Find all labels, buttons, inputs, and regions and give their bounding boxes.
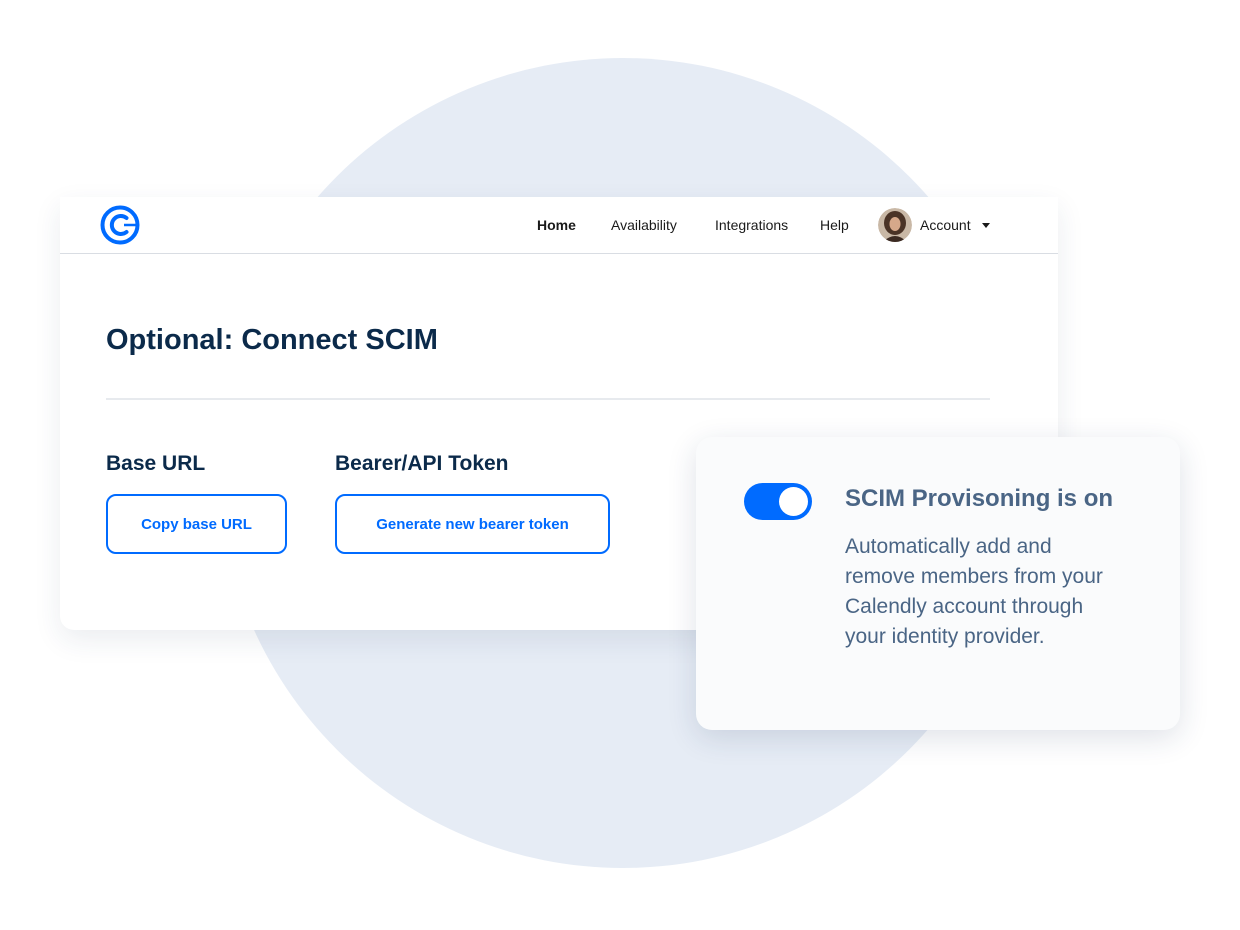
toggle-knob (779, 487, 808, 516)
caret-down-icon[interactable] (982, 223, 990, 228)
page-title: Optional: Connect SCIM (106, 324, 438, 356)
nav-account[interactable]: Account (920, 216, 971, 234)
divider (106, 398, 990, 400)
bearer-token-label: Bearer/API Token (335, 452, 509, 475)
generate-bearer-token-button[interactable]: Generate new bearer token (335, 494, 610, 554)
nav-integrations[interactable]: Integrations (715, 216, 788, 234)
top-navigation: Home Availability Integrations Help Acco… (60, 197, 1058, 254)
scim-status-title: SCIM Provisoning is on (845, 485, 1114, 512)
scim-provisioning-toggle[interactable] (744, 483, 812, 520)
base-url-label: Base URL (106, 452, 206, 475)
nav-home[interactable]: Home (537, 216, 576, 234)
stage: Home Availability Integrations Help Acco… (0, 0, 1240, 930)
scim-status-card: SCIM Provisoning is on Automatically add… (696, 437, 1180, 730)
avatar[interactable] (878, 208, 912, 242)
copy-base-url-button[interactable]: Copy base URL (106, 494, 287, 554)
nav-availability[interactable]: Availability (611, 216, 677, 234)
calendly-logo-icon[interactable] (100, 205, 140, 245)
nav-help[interactable]: Help (820, 216, 849, 234)
scim-status-description: Automatically add and remove members fro… (845, 535, 1103, 648)
